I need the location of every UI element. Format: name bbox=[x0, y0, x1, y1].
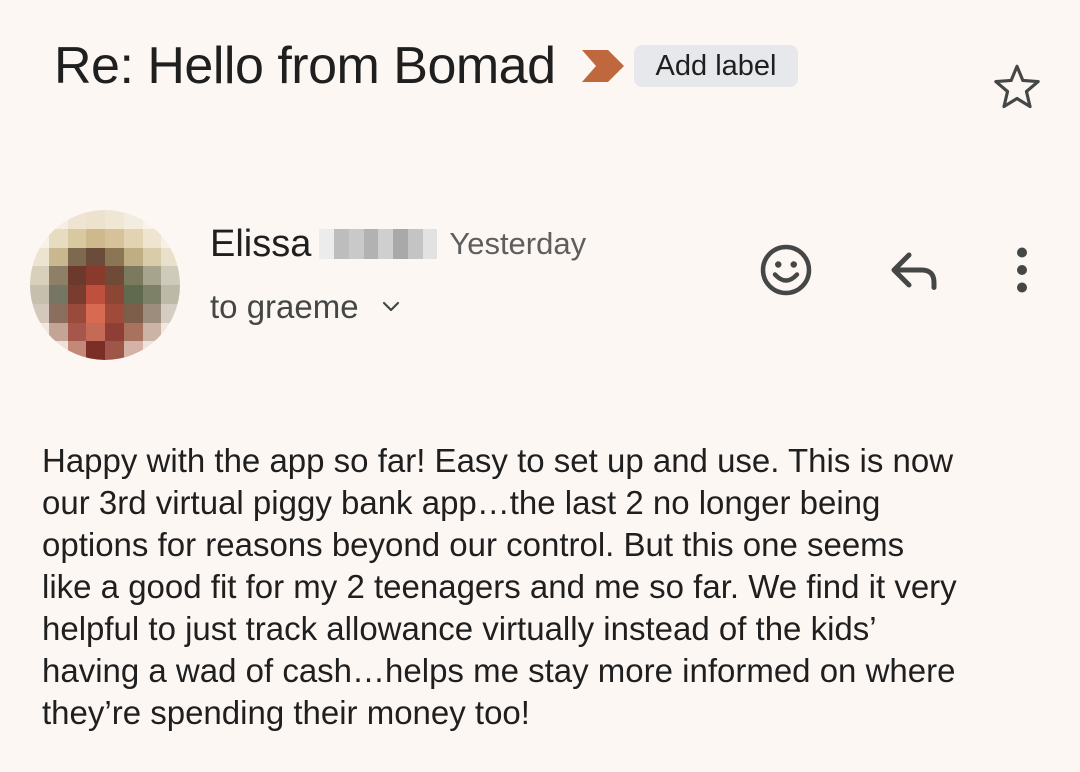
reply-icon[interactable] bbox=[884, 240, 944, 300]
add-label-button[interactable]: Add label bbox=[633, 45, 799, 87]
email-subject: Re: Hello from Bomad bbox=[54, 37, 556, 95]
email-body: Happy with the app so far! Easy to set u… bbox=[42, 442, 957, 731]
subject-row: Re: Hello from Bomad Add label bbox=[54, 30, 799, 102]
importance-marker-icon[interactable] bbox=[580, 48, 626, 84]
emoji-reaction-icon[interactable] bbox=[756, 240, 816, 300]
sender-name[interactable]: Elissa bbox=[210, 220, 311, 268]
star-icon[interactable] bbox=[990, 60, 1044, 114]
redacted-sender-surname bbox=[319, 229, 438, 259]
recipient-details-toggle[interactable]: to graeme bbox=[210, 288, 403, 326]
sender-row: Elissa Yesterday bbox=[210, 220, 586, 268]
recipient-label: to graeme bbox=[210, 288, 359, 325]
sender-avatar[interactable] bbox=[30, 210, 180, 360]
sent-time: Yesterday bbox=[449, 226, 587, 261]
chevron-down-icon bbox=[382, 301, 399, 312]
more-vert-icon[interactable] bbox=[992, 240, 1052, 300]
